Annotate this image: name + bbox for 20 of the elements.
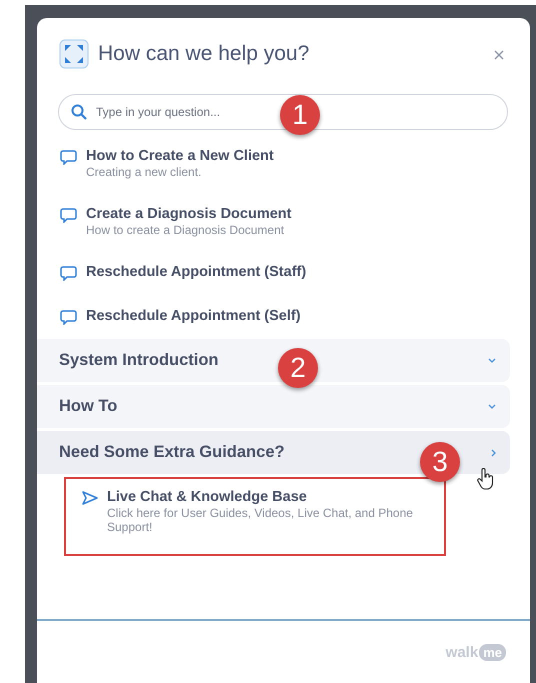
hand-cursor-icon (477, 468, 495, 490)
article-link[interactable]: How to Create a New Client (86, 148, 274, 164)
section-header[interactable]: How To (37, 385, 510, 428)
chat-bubble-icon (60, 208, 77, 223)
article-description: How to create a Diagnosis Document (86, 223, 286, 237)
logo-icon (59, 39, 89, 69)
chat-bubble-icon (60, 266, 77, 281)
help-link-title: Live Chat & Knowledge Base (107, 489, 308, 505)
chat-bubble-icon (60, 150, 77, 165)
chat-bubble-icon (60, 310, 77, 325)
help-link-description: Click here for User Guides, Videos, Live Chat, and Phone Support! (107, 506, 414, 534)
article-link[interactable]: Create a Diagnosis Document (86, 206, 292, 222)
article-description: Creating a new client. (86, 165, 202, 179)
help-link-item[interactable]: Live Chat & Knowledge Base Click here for User Guides, Videos, Live Chat, and Phone Support! (64, 477, 446, 556)
article-link[interactable]: Reschedule Appointment (Staff) (86, 264, 306, 280)
close-icon (494, 50, 504, 60)
article-link[interactable]: Reschedule Appointment (Self) (86, 308, 301, 324)
dialog-title: How can we help you? (98, 42, 310, 66)
pointer-arrow-icon (82, 491, 98, 505)
brand-logo: walk me (446, 644, 506, 660)
